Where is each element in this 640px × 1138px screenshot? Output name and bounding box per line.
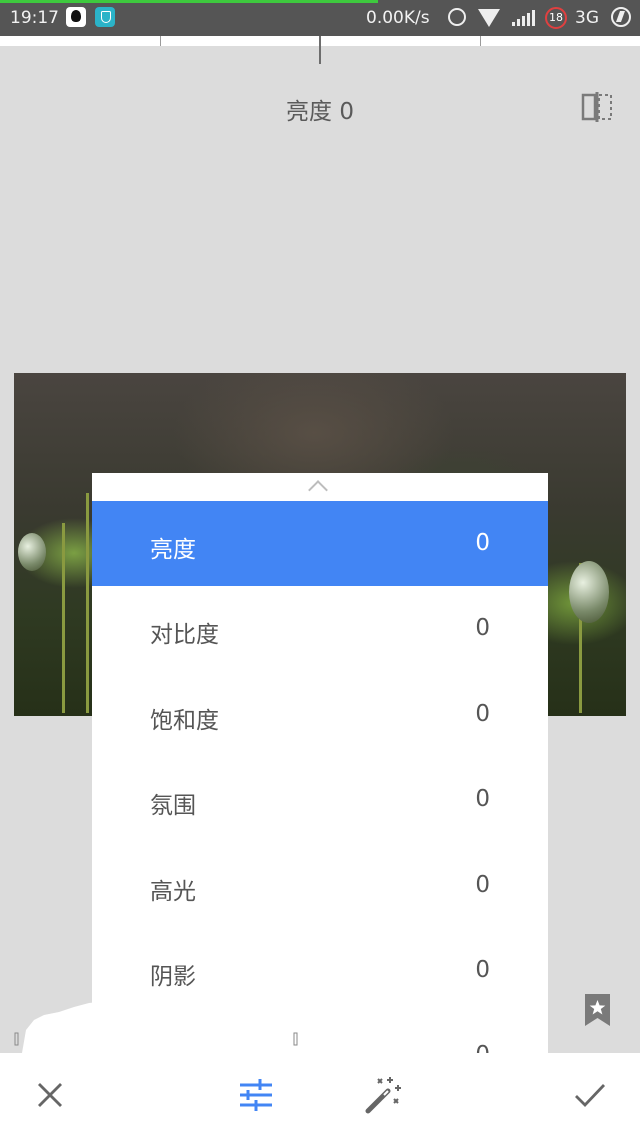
menu-item-value: 0 [475,871,490,898]
menu-item-saturation[interactable]: 饱和度 0 [92,672,548,757]
check-icon[interactable] [568,1073,612,1117]
status-bar: 19:17 0.00K/s 18 3G [0,0,640,36]
menu-item-value: 0 [475,700,490,727]
download-progress [0,0,378,3]
water-drop [18,533,46,571]
ruler-tick [160,36,161,46]
notification-badge: 18 [545,7,567,29]
adjust-menu[interactable]: 亮度 0 对比度 0 饱和度 0 氛围 0 高光 0 阴影 0 暖色调 0 [92,473,548,1053]
close-icon[interactable] [28,1073,72,1117]
status-time: 19:17 [10,8,59,28]
menu-item-label: 对比度 [150,622,219,649]
adjustment-title: 亮度 0 [286,99,354,125]
menu-item-label: 高光 [150,878,196,905]
menu-item-value: 0 [475,615,490,642]
menu-collapse-handle[interactable] [92,473,548,501]
qq-icon [66,7,86,27]
bookmark-star-icon[interactable] [585,994,610,1026]
menu-item-highlights[interactable]: 高光 0 [92,843,548,928]
menu-item-label: 饱和度 [150,707,219,734]
menu-item-value: 0 [475,530,490,556]
battery-charging-icon [611,7,631,27]
network-type: 3G [575,8,599,28]
menu-item-label: 亮度 [150,537,196,563]
alarm-icon [448,8,466,26]
menu-item-value: 0 [475,956,490,983]
network-speed: 0.00K/s [366,8,430,28]
magic-wand-icon[interactable] [360,1073,404,1117]
menu-item-value: 0 [475,786,490,813]
menu-item-value: 0 [475,1042,490,1053]
histogram [14,1002,298,1053]
split-compare-icon[interactable] [580,90,614,124]
wifi-icon [478,9,500,27]
histogram-right-marker [293,1032,298,1046]
ruler-pointer [319,36,321,64]
histogram-left-marker [14,1032,19,1046]
shield-app-icon [95,7,115,27]
menu-item-contrast[interactable]: 对比度 0 [92,586,548,671]
tune-sliders-icon[interactable] [234,1073,278,1117]
menu-item-brightness[interactable]: 亮度 0 [92,501,548,587]
menu-item-label: 氛围 [150,793,196,820]
water-drop [569,561,609,623]
ruler-tick [480,36,481,46]
menu-item-label: 阴影 [150,963,196,990]
menu-item-ambiance[interactable]: 氛围 0 [92,757,548,842]
bottom-toolbar [0,1053,640,1138]
